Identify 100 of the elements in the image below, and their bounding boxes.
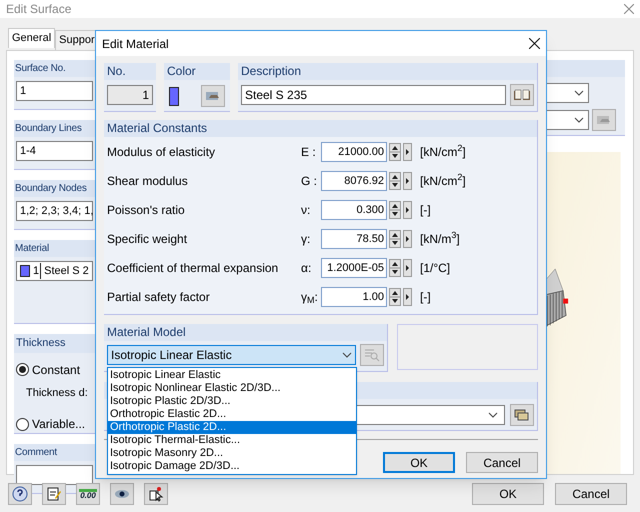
section-header: No. [104, 63, 156, 80]
dropdown-value: Isotropic Linear Elastic [111, 347, 232, 364]
dropdown-option[interactable]: Isotropic Linear Elastic [108, 369, 356, 382]
eye-icon [114, 489, 130, 499]
close-icon[interactable] [529, 38, 540, 49]
chevron-icon [574, 117, 584, 123]
chevron-icon [342, 352, 352, 358]
color-picker-button[interactable] [201, 85, 225, 107]
stacked-cards-icon [514, 409, 530, 421]
material-field[interactable]: 1 Steel S 2 [16, 261, 93, 281]
property-label: Coefficient of thermal expansion [107, 260, 280, 276]
units-button[interactable]: 0.00 [76, 483, 100, 505]
section-header: Color [164, 63, 230, 80]
section-header: Boundary Lines [14, 120, 95, 137]
unit-label: [-] [420, 202, 431, 218]
dropdown-option[interactable]: Isotropic Damage 2D/3D... [108, 460, 356, 473]
arrow-button[interactable] [403, 142, 412, 160]
property-label: Shear modulus [107, 172, 189, 190]
dropdown-option[interactable]: Orthotropic Elastic 2D... [108, 408, 356, 421]
section-header: Material Model [104, 324, 387, 341]
dropdown-option[interactable]: Isotropic Nonlinear Elastic 2D/3D... [108, 382, 356, 395]
arrow-button[interactable] [403, 172, 412, 190]
unit-label: [-] [420, 288, 431, 306]
number-field[interactable]: 1.00 [321, 286, 387, 306]
dialog-button[interactable]: Cancel [466, 452, 538, 473]
help-icon [12, 486, 28, 502]
section-header: Thickness [14, 334, 95, 352]
pick-button[interactable] [144, 483, 168, 505]
property-label: Specific weight [107, 230, 188, 248]
symbol-label: γ: [301, 230, 312, 248]
material-number: 1 [33, 262, 42, 280]
dialog-button[interactable]: Cancel [555, 483, 627, 505]
library-button[interactable] [510, 84, 534, 106]
dropdown-option[interactable]: Isotropic Plastic 2D/3D... [108, 395, 356, 408]
dropdown-option[interactable]: Orthotropic Plastic 2D... [108, 421, 356, 434]
material-model-dropdown[interactable]: Isotropic Linear Elastic [107, 345, 356, 365]
unit-label: [kN/cm$^{2}$] [420, 142, 466, 160]
dialog-title: Edit Material [102, 36, 169, 52]
symbol-label: γ$_{M}$: [301, 288, 319, 306]
number-field[interactable]: 8076.92 [321, 170, 387, 190]
number-field[interactable]: 0.300 [321, 200, 387, 220]
chevron-icon [574, 90, 584, 96]
property-label: Poisson's ratio [107, 202, 186, 218]
property-label: Modulus of elasticity [107, 144, 216, 160]
radio-button[interactable] [16, 363, 29, 376]
radio-label: Variable... [32, 416, 86, 433]
radio-button[interactable] [16, 418, 29, 430]
property-label: Partial safety factor [107, 288, 211, 306]
tab[interactable]: General [8, 28, 56, 48]
arrow-button[interactable] [403, 258, 412, 276]
window-title: Edit Surface [6, 1, 72, 18]
section-header: Description [238, 63, 537, 80]
text-field[interactable]: 1-4 [16, 141, 93, 161]
dialog-button[interactable]: OK [472, 483, 544, 505]
description-field[interactable]: Steel S 235 [241, 85, 506, 105]
number-field[interactable]: 78.50 [321, 228, 387, 248]
text-field[interactable]: 1,2; 2,3; 3,4; 1, [16, 201, 93, 221]
notepad-pencil-icon [46, 486, 62, 502]
comment-field[interactable] [16, 465, 93, 485]
magnifier-icon [364, 348, 380, 362]
unit-label: [1/°C] [420, 260, 450, 276]
section-header: Comment [14, 444, 95, 461]
section-header: Boundary Nodes [14, 180, 95, 197]
spin-buttons[interactable] [389, 230, 401, 248]
symbol-label: ν: [301, 202, 312, 218]
arrow-button[interactable] [403, 288, 412, 306]
number-field: 1 [107, 85, 153, 105]
symbol-label: E : [301, 144, 317, 160]
arrow-button[interactable] [403, 230, 412, 248]
field-label: Thickness d: [25, 386, 89, 400]
dialog-button[interactable]: OK [383, 452, 455, 473]
text-field[interactable]: 1 [16, 81, 93, 101]
spin-buttons[interactable] [389, 200, 401, 218]
number-field[interactable]: 21000.00 [321, 142, 387, 162]
section-header: Surface No. [14, 60, 95, 77]
number-field[interactable]: 1.2000E-05 [321, 258, 387, 278]
hand-card-icon [205, 90, 221, 102]
view-button[interactable] [110, 483, 134, 505]
spin-buttons[interactable] [389, 288, 401, 306]
dropdown-option[interactable]: Isotropic Thermal-Elastic... [108, 434, 356, 447]
copy-button[interactable] [510, 404, 534, 426]
cursor-icon [148, 486, 164, 502]
help-button[interactable] [8, 483, 32, 505]
spin-buttons[interactable] [389, 142, 401, 160]
spin-buttons[interactable] [389, 258, 401, 276]
book-icon [513, 89, 531, 101]
section-header: Material Constants [104, 120, 537, 137]
section-header: Material [14, 240, 95, 257]
arrow-button[interactable] [403, 200, 412, 218]
unit-label: [kN/cm$^{2}$] [420, 172, 466, 190]
hand-card-icon [596, 114, 612, 126]
spin-buttons[interactable] [389, 172, 401, 190]
symbol-label: α: [301, 260, 312, 276]
material-name: Steel S 2 [44, 264, 89, 279]
chevron-icon [488, 412, 498, 418]
symbol-label: G : [301, 172, 318, 190]
radio-label: Constant [32, 362, 80, 378]
dropdown-option[interactable]: Isotropic Masonry 2D... [108, 447, 356, 460]
edit-button[interactable] [42, 483, 66, 505]
unit-label: [kN/m$^{3}$] [420, 230, 460, 248]
